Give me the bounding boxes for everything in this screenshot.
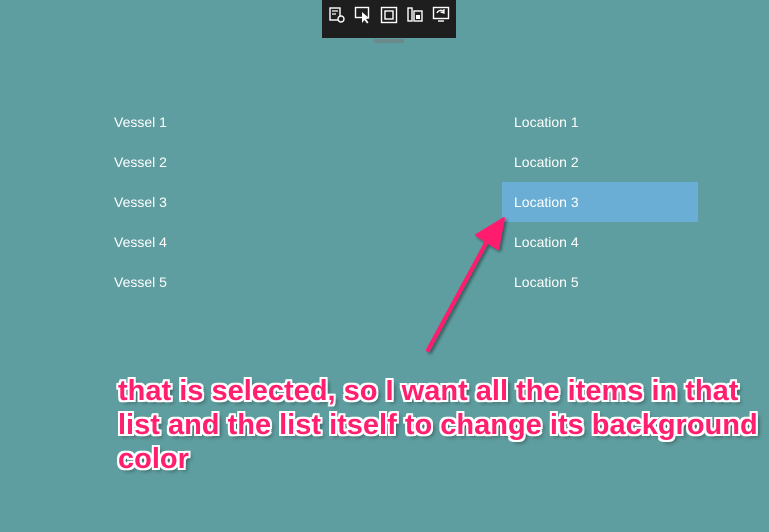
annotation-text: that is selected, so I want all the item… (118, 375, 758, 475)
